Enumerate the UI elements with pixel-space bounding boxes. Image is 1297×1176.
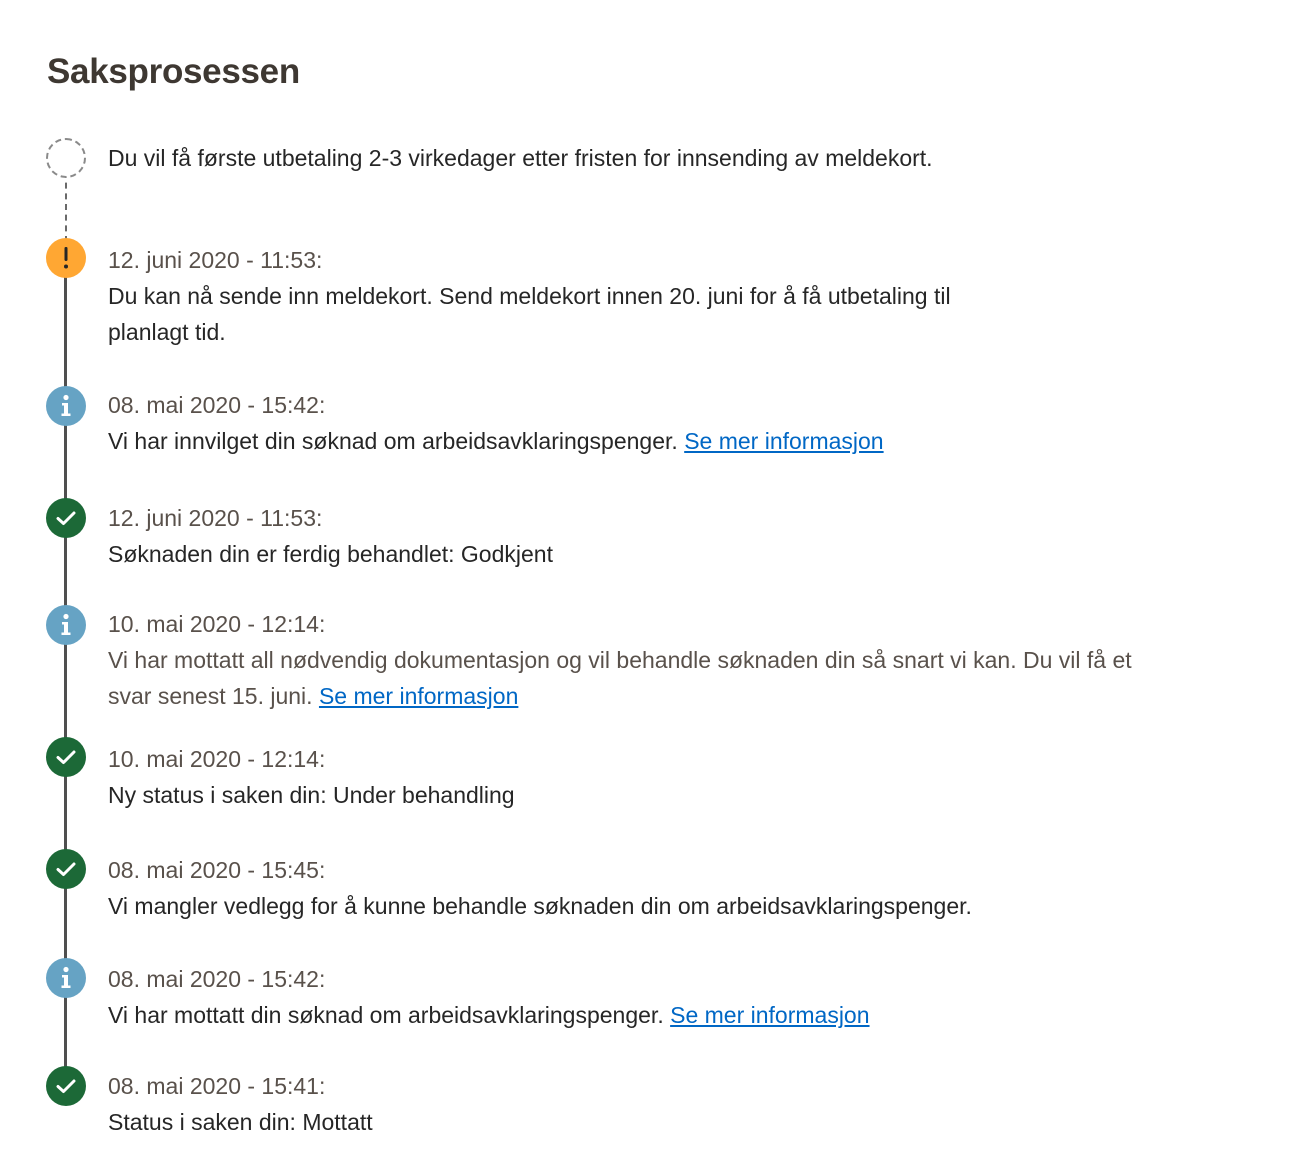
event-date: 12. juni 2020 - 11:53: (108, 505, 323, 531)
info-icon (46, 605, 86, 645)
info-icon (46, 386, 86, 426)
checkmark-icon (46, 849, 86, 889)
event-message: Vi har mottatt all nødvendig dokumentasj… (108, 647, 1132, 709)
warning-icon (46, 238, 86, 278)
see-more-info-link[interactable]: Se mer informasjon (319, 683, 518, 709)
checkmark-icon (46, 1066, 86, 1106)
event-date: 08. mai 2020 - 15:42: (108, 392, 326, 418)
pending-circle-icon (46, 138, 86, 178)
checkmark-icon (46, 498, 86, 538)
see-more-info-link[interactable]: Se mer informasjon (684, 428, 883, 454)
checkmark-icon (46, 737, 86, 777)
event-message: Søknaden din er ferdig behandlet: Godkje… (108, 541, 553, 567)
event-date: 08. mai 2020 - 15:41: (108, 1073, 326, 1099)
event-message: Ny status i saken din: Under behandling (108, 782, 515, 808)
event-message: Vi mangler vedlegg for å kunne behandle … (108, 893, 972, 919)
event-message: Vi har mottatt din søknad om arbeidsavkl… (108, 1002, 664, 1028)
pending-message: Du vil få første utbetaling 2-3 virkedag… (108, 145, 933, 171)
event-date: 12. juni 2020 - 11:53: (108, 247, 323, 273)
event-date: 08. mai 2020 - 15:42: (108, 966, 326, 992)
see-more-info-link[interactable]: Se mer informasjon (670, 1002, 869, 1028)
event-message: Du kan nå sende inn meldekort. Send meld… (108, 283, 951, 345)
info-icon (46, 958, 86, 998)
timeline-dashed-connector (64, 172, 67, 242)
event-message: Status i saken din: Mottatt (108, 1109, 373, 1135)
page-title: Saksprosessen (47, 52, 300, 91)
event-date: 10. mai 2020 - 12:14: (108, 611, 326, 637)
event-message: Vi har innvilget din søknad om arbeidsav… (108, 428, 678, 454)
event-date: 10. mai 2020 - 12:14: (108, 746, 326, 772)
event-date: 08. mai 2020 - 15:45: (108, 857, 326, 883)
